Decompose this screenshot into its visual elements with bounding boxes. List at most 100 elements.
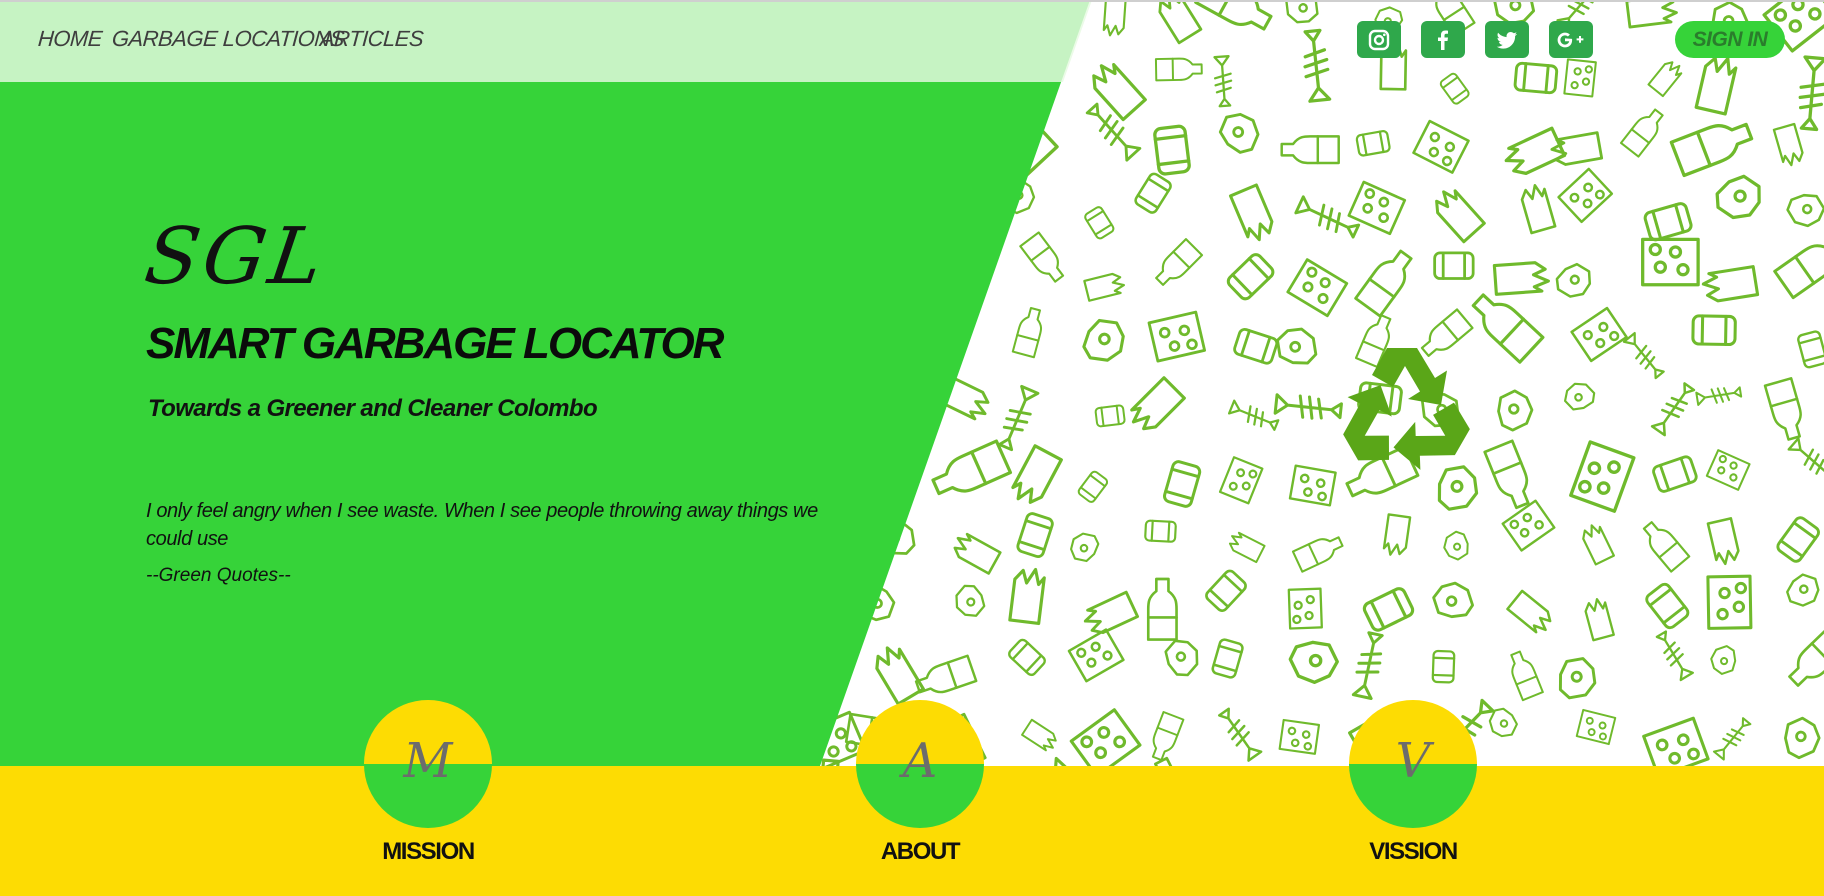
doodle-item bbox=[1705, 449, 1751, 491]
doodle-item bbox=[1162, 460, 1202, 508]
doodle-item bbox=[1763, 377, 1802, 441]
doodle-item bbox=[1701, 265, 1760, 303]
doodle-item bbox=[1784, 716, 1821, 760]
doodle-item bbox=[1706, 517, 1740, 566]
doodle-item bbox=[1228, 183, 1274, 242]
mission-circle-button[interactable]: M bbox=[364, 700, 492, 828]
doodle-item bbox=[914, 654, 978, 694]
vision-label[interactable]: VISSION bbox=[1313, 838, 1513, 866]
doodle-item bbox=[1706, 574, 1753, 630]
doodle-item bbox=[1773, 237, 1824, 300]
landing-page: HOME GARBAGE LOCATIONS ARTICLES SIGN IN … bbox=[0, 0, 1824, 896]
doodle-item bbox=[1622, 331, 1665, 380]
doodle-item bbox=[1303, 28, 1332, 103]
doodle-item bbox=[1506, 589, 1552, 634]
doodle-item bbox=[1276, 327, 1318, 365]
doodle-item bbox=[1288, 640, 1339, 684]
doodle-item bbox=[1645, 582, 1690, 630]
google-plus-icon bbox=[1557, 32, 1584, 47]
nav-home-link[interactable]: HOME bbox=[37, 26, 103, 52]
sign-in-button[interactable]: SIGN IN bbox=[1675, 21, 1785, 58]
doodle-item bbox=[1772, 122, 1804, 167]
doodle-item bbox=[1067, 628, 1125, 683]
doodle-item bbox=[1715, 174, 1761, 220]
doodle-item bbox=[1582, 524, 1615, 566]
doodle-item bbox=[1287, 587, 1323, 630]
doodle-item bbox=[1155, 238, 1204, 286]
nav-articles-link[interactable]: ARTICLES bbox=[319, 26, 424, 52]
doodle-item bbox=[1285, 0, 1319, 24]
google-plus-button[interactable] bbox=[1549, 21, 1593, 58]
doodle-item bbox=[1513, 61, 1559, 95]
doodle-item bbox=[1288, 464, 1337, 507]
doodle-item bbox=[953, 532, 1002, 575]
quote-text: I only feel angry when I see waste. When… bbox=[146, 500, 818, 550]
doodle-item bbox=[1497, 389, 1534, 432]
doodle-item bbox=[1351, 631, 1384, 700]
doodle-item bbox=[1280, 135, 1340, 165]
doodle-item bbox=[1435, 189, 1486, 244]
tagline: Towards a Greener and Cleaner Colombo bbox=[148, 395, 598, 422]
quote-source: --Green Quotes-- bbox=[146, 565, 291, 586]
doodle-item bbox=[1164, 639, 1199, 677]
doodle-item bbox=[1647, 61, 1683, 98]
doodle-item bbox=[1652, 455, 1698, 493]
doodle-item bbox=[1362, 587, 1415, 632]
recycle-icon bbox=[1330, 348, 1478, 480]
doodle-item bbox=[1432, 581, 1474, 619]
doodle-item bbox=[1194, 0, 1273, 31]
doodle-item bbox=[1205, 569, 1247, 612]
doodle-item bbox=[1278, 718, 1321, 755]
instagram-icon bbox=[1368, 29, 1390, 50]
doodle-item bbox=[1355, 130, 1391, 157]
doodle-item bbox=[1102, 0, 1127, 37]
nav-garbage-locations-link[interactable]: GARBAGE LOCATIONS bbox=[111, 26, 345, 52]
about-label[interactable]: ABOUT bbox=[820, 838, 1020, 866]
doodle-item bbox=[1550, 131, 1604, 166]
vision-circle-button[interactable]: V bbox=[1349, 700, 1477, 828]
doodle-item bbox=[1218, 707, 1263, 762]
doodle-item bbox=[875, 646, 925, 706]
doodle-item bbox=[1228, 531, 1266, 564]
doodle-item bbox=[1797, 330, 1824, 369]
twitter-button[interactable] bbox=[1485, 21, 1529, 58]
doodle-item bbox=[1008, 567, 1046, 626]
about-letter: A bbox=[902, 733, 938, 789]
doodle-item bbox=[1712, 717, 1752, 761]
facebook-button[interactable] bbox=[1421, 21, 1465, 58]
doodle-item bbox=[1226, 253, 1275, 301]
doodle-item bbox=[1570, 306, 1628, 363]
doodle-item bbox=[1019, 231, 1065, 283]
doodle-item bbox=[1669, 122, 1754, 178]
about-circle-button[interactable]: A bbox=[856, 700, 984, 828]
twitter-icon bbox=[1496, 31, 1518, 49]
doodle-item bbox=[1625, 0, 1678, 29]
doodle-item bbox=[1510, 650, 1544, 702]
mission-letter: M bbox=[403, 733, 453, 789]
doodle-item bbox=[1558, 657, 1597, 700]
doodle-item bbox=[1584, 598, 1615, 642]
doodle-item bbox=[1227, 399, 1280, 431]
doodle-item bbox=[1134, 172, 1172, 214]
doodle-item bbox=[1776, 516, 1820, 563]
doodle-item bbox=[1695, 386, 1743, 406]
instagram-button[interactable] bbox=[1357, 21, 1401, 58]
doodle-item bbox=[1294, 195, 1361, 239]
top-border bbox=[0, 0, 1824, 2]
doodle-item bbox=[1619, 108, 1664, 158]
doodle-item bbox=[1147, 310, 1206, 363]
doodle-item bbox=[1233, 327, 1279, 365]
doodle-item bbox=[1412, 119, 1470, 174]
doodle-item bbox=[1218, 456, 1264, 505]
doodle-item bbox=[1710, 645, 1737, 675]
doodle-item bbox=[1153, 124, 1191, 176]
doodle-item bbox=[931, 439, 1013, 496]
doodle-item bbox=[955, 584, 986, 617]
doodle-item bbox=[1151, 711, 1185, 762]
doodle-item bbox=[1798, 55, 1824, 132]
doodle-item bbox=[1382, 513, 1412, 556]
doodle-item bbox=[1520, 184, 1557, 235]
doodle-item bbox=[1643, 202, 1693, 242]
mission-label[interactable]: MISSION bbox=[328, 838, 528, 866]
doodle-item bbox=[1008, 638, 1046, 677]
